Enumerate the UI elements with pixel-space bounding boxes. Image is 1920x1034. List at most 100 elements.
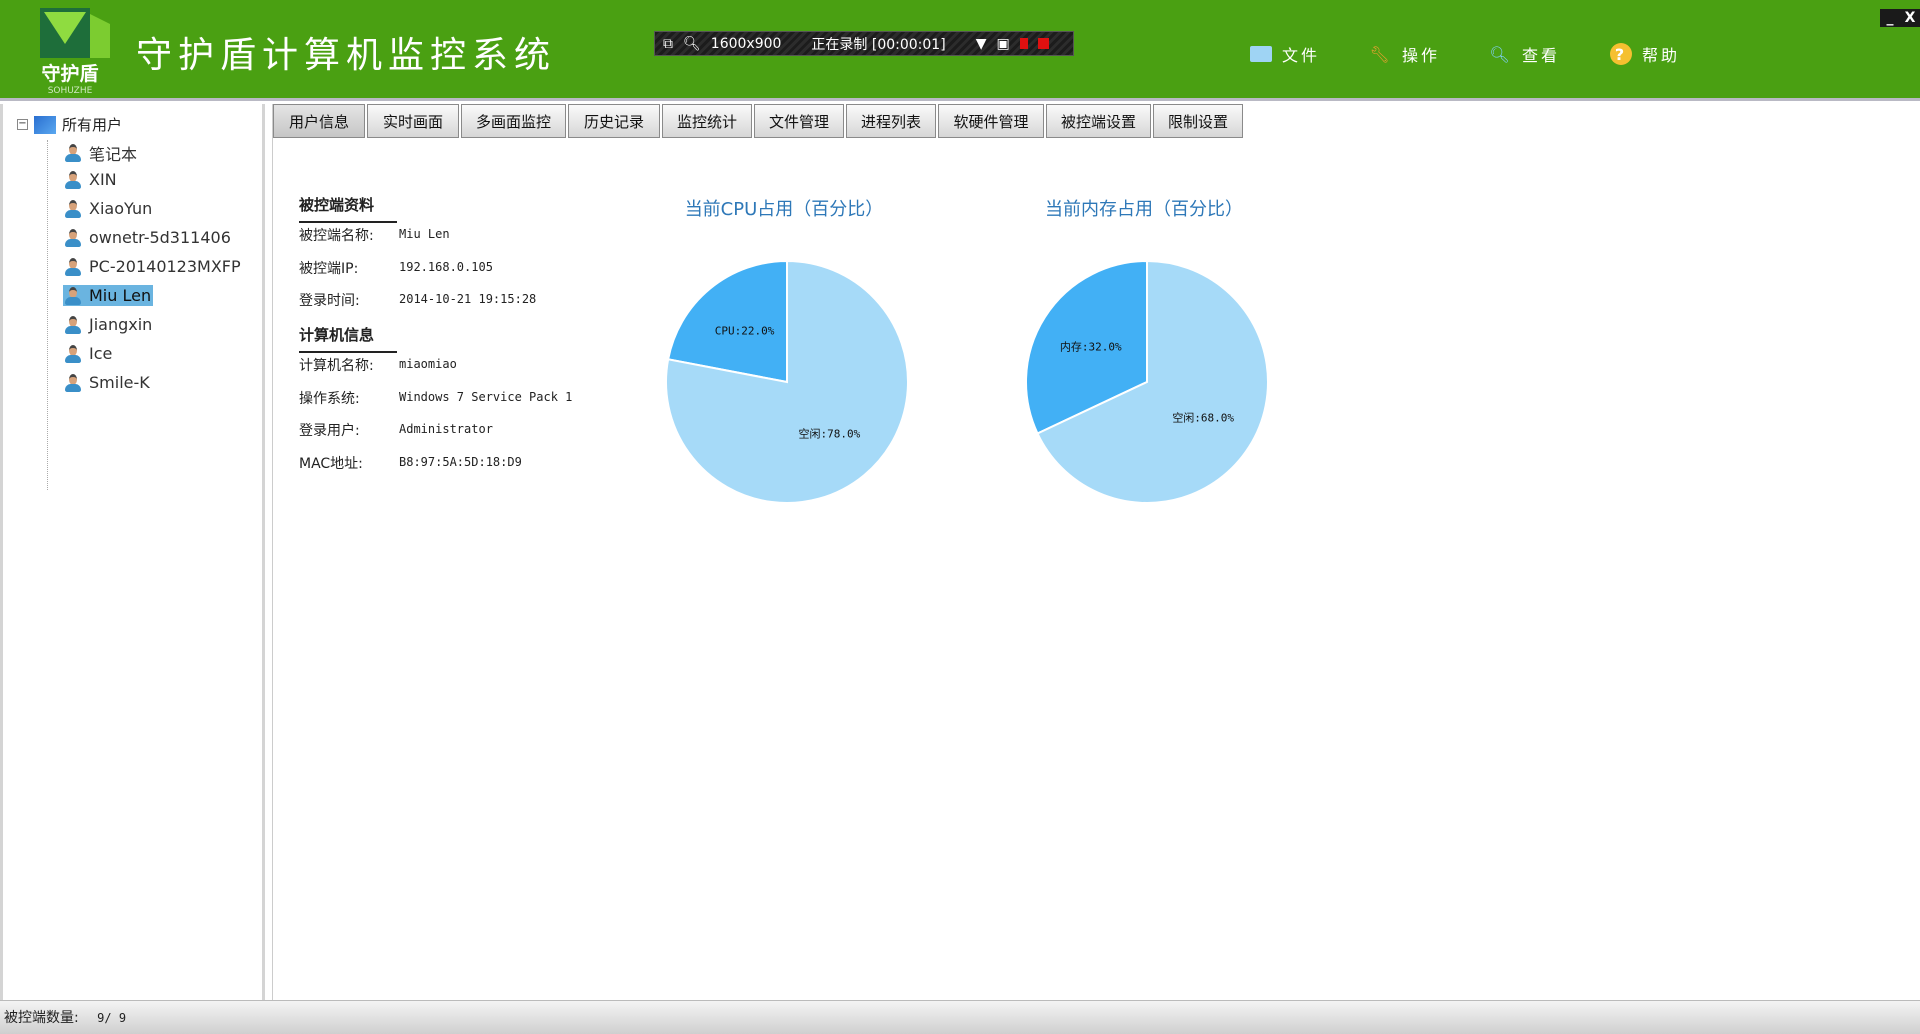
info-value: B8:97:5A:5D:18:D9 [399, 454, 522, 469]
zoom-icon[interactable]: 🔍︎ [683, 36, 701, 52]
menu-label: 帮助 [1642, 46, 1681, 65]
info-label: 登录时间: [299, 293, 360, 309]
menu-label: 操作 [1402, 46, 1441, 65]
user-icon [65, 199, 81, 218]
svg-text:守护盾: 守护盾 [41, 62, 98, 85]
tree-item-user[interactable]: XIN [63, 169, 119, 190]
user-icon [65, 286, 81, 305]
user-name: XIN [89, 170, 117, 189]
wrench-icon: 🔧︎ [1369, 44, 1393, 64]
main-panel [272, 104, 1920, 1000]
info-label: 计算机名称: [299, 358, 374, 374]
user-icon [65, 344, 81, 363]
recorder-status: 正在录制 [00:00:01] [811, 36, 946, 53]
pie-slice-label: CPU:22.0% [715, 325, 775, 338]
user-icon [65, 228, 81, 247]
menu-label: 文件 [1282, 46, 1321, 65]
user-name: Smile-K [89, 373, 150, 392]
user-icon [65, 373, 81, 392]
tab-9[interactable]: 限制设置 [1153, 104, 1243, 138]
tab-7[interactable]: 软硬件管理 [938, 104, 1044, 138]
info-label: 操作系统: [299, 390, 360, 407]
client-count-label: 被控端数量: [4, 1010, 79, 1026]
user-icon [65, 315, 81, 334]
menu-file[interactable]: 文件 [1250, 42, 1370, 66]
user-name: XiaoYun [89, 199, 153, 218]
tree-line [47, 140, 48, 490]
info-value: Windows 7 Service Pack 1 [399, 389, 573, 404]
menu-view[interactable]: 🔍︎ 查看 [1489, 42, 1610, 66]
pie-slice-label: 空闲:68.0% [1172, 411, 1234, 425]
user-name: Ice [89, 344, 113, 363]
tree-item-user[interactable]: Jiangxin [63, 314, 154, 335]
client-info-heading: 被控端资料 [299, 194, 397, 223]
svg-text:SOHUZHE: SOHUZHE [48, 86, 93, 96]
tree-item-user[interactable]: PC-20140123MXFP [63, 256, 243, 277]
tab-2[interactable]: 多画面监控 [461, 104, 566, 138]
memory-chart-title: 当前内存占用（百分比） [1045, 199, 1243, 220]
user-icon [65, 144, 81, 162]
app-header: 守护盾 SOHUZHE 守护盾计算机监控系统 ⧉ 🔍︎ 1600x900 正在录… [0, 0, 1920, 101]
minimize-button[interactable]: _ [1880, 9, 1900, 27]
window-icon[interactable]: ⧉ [663, 36, 673, 52]
recorder-resolution: 1600x900 [710, 35, 782, 52]
tab-0[interactable]: 用户信息 [273, 104, 365, 138]
tab-6[interactable]: 进程列表 [846, 104, 936, 138]
user-name: PC-20140123MXFP [89, 257, 241, 276]
tab-4[interactable]: 监控统计 [662, 104, 752, 138]
client-count: 9/ 9 [97, 1011, 127, 1025]
tab-8[interactable]: 被控端设置 [1046, 104, 1151, 138]
app-title: 守护盾计算机监控系统 [136, 35, 557, 76]
tree-root[interactable]: − 所有用户 [17, 114, 122, 135]
user-name: Miu Len [89, 286, 152, 305]
tree-item-user[interactable]: XiaoYun [63, 198, 154, 219]
screen-recorder-bar: ⧉ 🔍︎ 1600x900 正在录制 [00:00:01] ▼ ▣ [654, 31, 1074, 56]
info-label: 被控端IP: [299, 260, 359, 277]
pie-slice-label: 空闲:78.0% [799, 426, 861, 440]
tree-root-label: 所有用户 [62, 116, 123, 134]
camera-icon[interactable]: ▣ [996, 36, 1009, 52]
menu-operate[interactable]: 🔧︎ 操作 [1369, 42, 1490, 66]
user-name: 笔记本 [89, 145, 138, 164]
pie-slice-label: 内存:32.0% [1060, 339, 1122, 353]
dropdown-icon[interactable]: ▼ [976, 36, 987, 52]
info-value: miaomiao [399, 357, 457, 371]
info-label: 被控端名称: [299, 228, 374, 244]
info-value: 2014-10-21 19:15:28 [399, 292, 537, 306]
tree-item-user[interactable]: ownetr-5d311406 [63, 227, 233, 248]
cpu-pie-chart: CPU:22.0% 空闲:78.0% [665, 259, 909, 504]
info-label: 登录用户: [299, 423, 360, 439]
computer-info-heading: 计算机信息 [299, 324, 397, 353]
status-bar: 被控端数量: 9/ 9 [0, 1000, 1920, 1034]
tab-bar: 用户信息 实时画面 多画面监控 历史记录 监控统计 文件管理 进程列表 软硬件管理 被控端设置限… [273, 104, 1245, 138]
tree-item-user[interactable]: Ice [63, 343, 114, 364]
info-label: MAC地址: [299, 455, 363, 472]
user-icon [65, 257, 81, 276]
user-name: ownetr-5d311406 [89, 228, 231, 247]
magnifier-icon: 🔍︎ [1489, 44, 1513, 64]
stop-icon[interactable] [1037, 38, 1049, 49]
network-computers-icon [34, 115, 56, 134]
logo: 守护盾 SOHUZHE [40, 8, 110, 96]
menu-help[interactable]: ? 帮助 [1610, 42, 1730, 66]
info-value: Administrator [399, 422, 493, 436]
memory-pie-chart: 内存:32.0% 空闲:68.0% [1025, 259, 1269, 504]
user-tree: − 所有用户 笔记本 XIN XiaoYun ownetr-5d311406 PC-20… [0, 104, 265, 1000]
user-name: Jiangxin [89, 315, 153, 334]
tree-item-user[interactable]: Miu Len [63, 285, 154, 306]
tree-item-user[interactable]: 笔记本 [63, 140, 139, 166]
collapse-icon[interactable]: − [17, 119, 28, 130]
info-value: 192.168.0.105 [399, 259, 493, 274]
folder-icon [1250, 46, 1272, 62]
info-value: Miu Len [399, 227, 450, 241]
tab-3[interactable]: 历史记录 [568, 104, 660, 138]
user-icon [65, 170, 81, 189]
close-button[interactable]: X [1900, 9, 1920, 27]
pause-icon[interactable] [1019, 38, 1028, 49]
tab-5[interactable]: 文件管理 [754, 104, 844, 138]
tree-item-user[interactable]: Smile-K [63, 372, 152, 393]
help-icon: ? [1610, 43, 1632, 65]
cpu-chart-title: 当前CPU占用（百分比） [684, 199, 884, 220]
menu-label: 查看 [1522, 46, 1561, 65]
tab-1[interactable]: 实时画面 [367, 104, 459, 138]
